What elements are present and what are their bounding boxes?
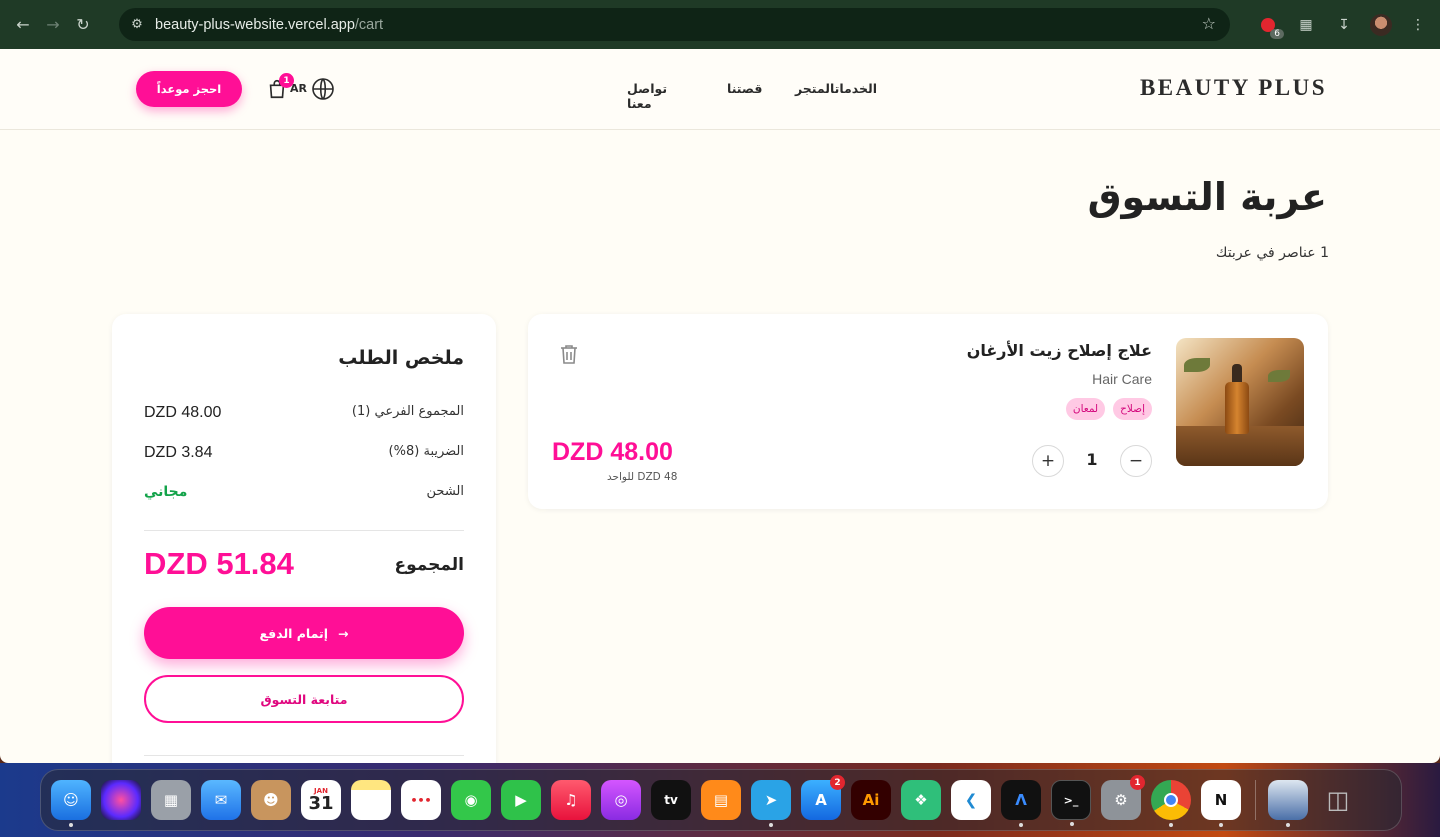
notion-icon[interactable]: N <box>1201 780 1241 827</box>
book-appointment-button[interactable]: احجز موعداً <box>136 71 242 107</box>
subtotal-row: المجموع الفرعي (1) DZD 48.00 <box>144 404 464 426</box>
nav-services[interactable]: الخدمات <box>835 81 877 96</box>
address-bar[interactable]: ⚙ beauty-plus-website.vercel.app/cart ☆ <box>119 8 1230 41</box>
product-category: Hair Care <box>1092 371 1152 387</box>
mail-icon[interactable]: ✉ <box>201 780 241 820</box>
app-store-icon[interactable]: A2 <box>801 775 845 820</box>
item-unit-price: DZD 48 للواحد <box>607 471 678 483</box>
cart-page: BEAUTY PLUS تواصل معنا قصتنا الخدماتالمت… <box>0 49 1440 763</box>
product-tags: إصلاح لمعان <box>1065 398 1152 420</box>
extension-badge: 6 <box>1270 28 1284 39</box>
nav-contact[interactable]: تواصل معنا <box>627 81 667 111</box>
product-tag: إصلاح <box>1113 398 1152 420</box>
apple-tv-icon[interactable]: tv <box>651 780 691 820</box>
profile-avatar[interactable] <box>1370 13 1392 36</box>
dock-separator <box>1255 780 1256 820</box>
music-icon[interactable]: ♫ <box>551 780 591 820</box>
item-line-total: DZD 48.00 <box>552 438 673 466</box>
subtotal-value: DZD 48.00 <box>144 404 222 421</box>
site-info-icon[interactable]: ⚙ <box>119 17 155 32</box>
checkout-button[interactable]: إتمام الدفع → <box>144 607 464 659</box>
checkout-button-label: إتمام الدفع <box>259 625 329 641</box>
macos-dock: ☺ ▦ ✉ ☻ JAN 31 ••• ◉ ▶ ♫ ◎ tv ▤ ➤ A2 Ai … <box>40 769 1402 831</box>
app-store-badge: 2 <box>830 775 845 790</box>
extension-icon[interactable]: 6 <box>1256 13 1284 39</box>
total-value: DZD 51.84 <box>144 546 294 581</box>
language-label[interactable]: AR <box>290 82 307 95</box>
illustrator-icon[interactable]: Ai <box>851 780 891 820</box>
settings-badge: 1 <box>1130 775 1145 790</box>
globe-icon[interactable] <box>311 77 335 101</box>
back-icon[interactable]: ← <box>8 10 38 40</box>
url-text[interactable]: beauty-plus-website.vercel.app/cart <box>155 17 383 33</box>
tax-label: الضريبة (8%) <box>388 444 464 459</box>
continue-shopping-button[interactable]: متابعة التسوق <box>144 675 464 723</box>
puzzle-icon[interactable]: ▦ <box>1294 13 1318 37</box>
nav-story[interactable]: قصتنا <box>727 81 762 96</box>
total-label: المجموع <box>394 555 464 575</box>
launchpad-icon[interactable]: ▦ <box>151 780 191 820</box>
app-green-icon[interactable]: ❖ <box>901 780 941 820</box>
chrome-icon[interactable] <box>1151 780 1191 827</box>
increase-quantity-button[interactable]: + <box>1032 445 1064 477</box>
illustrator-label: Ai <box>862 791 880 809</box>
reload-icon[interactable]: ↻ <box>68 10 98 40</box>
forward-icon[interactable]: → <box>38 10 68 40</box>
podcasts-icon[interactable]: ◎ <box>601 780 641 820</box>
trash-icon[interactable] <box>560 344 578 364</box>
siri-icon[interactable] <box>101 780 141 820</box>
arrow-right-icon: → <box>338 625 349 641</box>
vscode-icon[interactable]: ❮ <box>951 780 991 820</box>
tax-row: الضريبة (8%) DZD 3.84 <box>144 444 464 466</box>
bookmark-star-icon[interactable]: ☆ <box>1202 14 1216 33</box>
reminders-icon[interactable]: ••• <box>401 780 441 820</box>
contacts-icon[interactable]: ☻ <box>251 780 291 820</box>
summary-title: ملخص الطلب <box>338 347 464 369</box>
menu-kebab-icon[interactable]: ⋮ <box>1406 13 1430 37</box>
product-name[interactable]: علاج إصلاح زيت الأرغان <box>967 341 1152 360</box>
facetime-icon[interactable]: ▶ <box>501 780 541 820</box>
shipping-label: الشحن <box>426 484 464 499</box>
telegram-icon[interactable]: ➤ <box>751 780 791 827</box>
shipping-row: الشحن مجاني <box>144 484 464 506</box>
calendar-day: 31 <box>308 793 334 814</box>
system-settings-icon[interactable]: ⚙ 1 <box>1101 775 1145 820</box>
nav-store[interactable]: المتجر <box>795 81 835 96</box>
product-image[interactable] <box>1176 338 1304 466</box>
messages-icon[interactable]: ◉ <box>451 780 491 820</box>
notes-icon[interactable] <box>351 780 391 820</box>
product-tag: لمعان <box>1065 398 1106 420</box>
page-title: عربة التسوق <box>1087 175 1327 219</box>
quantity-value: 1 <box>1086 450 1098 469</box>
nav-group: الخدماتالمتجر <box>795 81 877 96</box>
finder-icon[interactable]: ☺ <box>51 780 91 827</box>
books-icon[interactable]: ▤ <box>701 780 741 820</box>
trash-can-icon[interactable]: ◫ <box>1318 780 1358 820</box>
download-icon[interactable]: ↧ <box>1332 13 1356 37</box>
decrease-quantity-button[interactable]: − <box>1120 445 1152 477</box>
terminal-icon[interactable]: >_ <box>1051 780 1091 826</box>
cart-item-card: علاج إصلاح زيت الأرغان Hair Care إصلاح ل… <box>528 314 1328 509</box>
calendar-icon[interactable]: JAN 31 <box>301 780 341 820</box>
tax-value: DZD 3.84 <box>144 444 213 461</box>
quantity-stepper: + 1 − <box>1032 445 1152 477</box>
tv-label: tv <box>664 793 678 807</box>
summary-divider <box>144 755 464 756</box>
site-header: BEAUTY PLUS تواصل معنا قصتنا الخدماتالمت… <box>0 49 1440 130</box>
subtotal-label: المجموع الفرعي (1) <box>351 404 464 419</box>
browser-toolbar: ← → ↻ ⚙ beauty-plus-website.vercel.app/c… <box>0 0 1440 49</box>
cart-item-count: 1 عناصر في عربتك <box>1215 245 1329 261</box>
shipping-value: مجاني <box>144 484 188 500</box>
site-logo[interactable]: BEAUTY PLUS <box>1140 75 1327 101</box>
arc-icon[interactable]: Λ <box>1001 780 1041 827</box>
preview-icon[interactable] <box>1268 780 1308 827</box>
summary-divider <box>144 530 464 531</box>
order-summary: ملخص الطلب المجموع الفرعي (1) DZD 48.00 … <box>112 314 496 763</box>
